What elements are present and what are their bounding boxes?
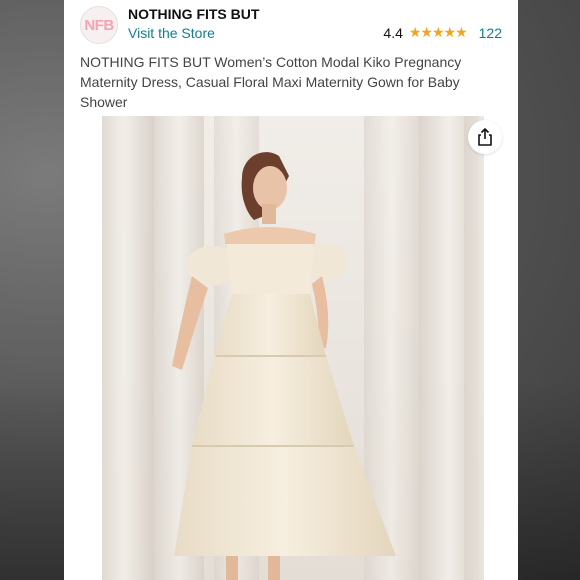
- brand-logo-text: NFB: [84, 16, 114, 34]
- product-header: NFB NOTHING FITS BUT Visit the Store 4.4…: [64, 0, 518, 116]
- share-button[interactable]: [468, 120, 502, 154]
- product-photo-illustration: [64, 116, 518, 580]
- rating-value: 4.4: [383, 24, 403, 41]
- star-rating-icon: ★★★★★: [408, 24, 468, 40]
- rating-summary[interactable]: 4.4 ★★★★★ 122: [383, 24, 502, 41]
- product-image[interactable]: [64, 116, 518, 580]
- brand-name: NOTHING FITS BUT: [128, 6, 260, 22]
- brand-logo[interactable]: NFB: [80, 6, 118, 44]
- product-title: NOTHING FITS BUT Women’s Cotton Modal Ki…: [80, 54, 462, 110]
- visit-store-link[interactable]: Visit the Store: [128, 25, 215, 41]
- review-count[interactable]: 122: [479, 25, 502, 41]
- product-card: NFB NOTHING FITS BUT Visit the Store 4.4…: [64, 0, 518, 580]
- share-icon: [478, 128, 492, 146]
